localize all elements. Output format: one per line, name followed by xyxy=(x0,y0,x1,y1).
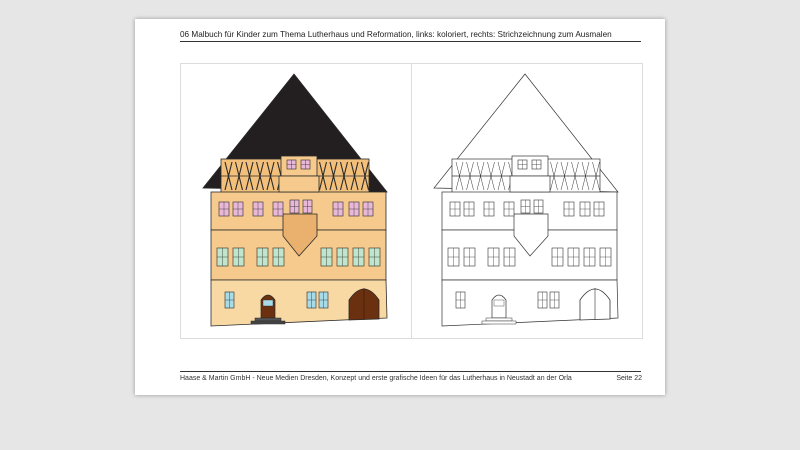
entrance-door xyxy=(260,294,276,319)
header-rule xyxy=(180,41,641,42)
colored-house-illustration xyxy=(202,73,388,327)
oriel-band xyxy=(278,175,320,193)
entrance-step xyxy=(254,317,282,322)
entrance-step xyxy=(485,317,513,322)
oriel-band xyxy=(509,175,551,193)
colored-house-panel xyxy=(180,63,412,339)
oriel-top xyxy=(280,155,318,177)
oriel-top xyxy=(511,155,549,177)
page-footer: Haase & Martin GmbH - Neue Medien Dresde… xyxy=(180,375,572,382)
page-number: Seite 22 xyxy=(616,375,642,382)
entrance-step xyxy=(250,320,286,325)
line-art-house-panel xyxy=(411,63,643,339)
document-page: 06 Malbuch für Kinder zum Thema Lutherha… xyxy=(135,19,665,395)
page-header: 06 Malbuch für Kinder zum Thema Lutherha… xyxy=(180,30,612,39)
entrance-step xyxy=(481,320,517,325)
line-art-house-illustration xyxy=(433,73,619,327)
footer-rule xyxy=(180,371,641,372)
door-window xyxy=(262,299,274,307)
door-window xyxy=(493,299,505,307)
entrance-door xyxy=(491,294,507,319)
